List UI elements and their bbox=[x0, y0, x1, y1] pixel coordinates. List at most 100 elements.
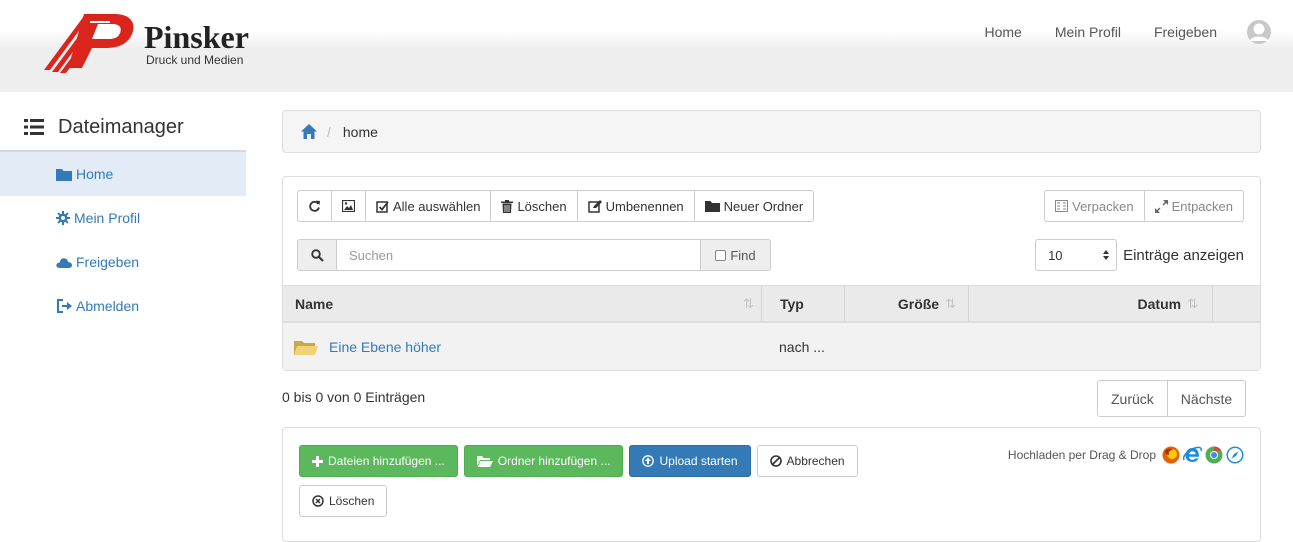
folder-open-icon bbox=[476, 456, 493, 467]
add-folder-button[interactable]: Ordner hinzufügen ... bbox=[463, 445, 624, 477]
pagination: Zurück Nächste bbox=[1097, 380, 1247, 417]
rename-label: Umbenennen bbox=[605, 198, 684, 214]
delete-upload-button[interactable]: Löschen bbox=[299, 485, 388, 517]
select-arrows-icon bbox=[1103, 250, 1110, 260]
folder-open-icon bbox=[294, 340, 318, 355]
pagination-info: 0 bis 0 von 0 Einträgen bbox=[282, 389, 426, 405]
cancel-upload-button[interactable]: Abbrechen bbox=[756, 445, 858, 477]
toolbar: Alle auswählen Löschen Umbenennen Neuer … bbox=[297, 190, 815, 222]
check-square-icon bbox=[376, 200, 389, 213]
row-name-link[interactable]: Eine Ebene höher bbox=[329, 339, 441, 355]
next-page-button[interactable]: Nächste bbox=[1167, 380, 1247, 417]
column-header-datum[interactable]: Datum ⇅ bbox=[968, 286, 1212, 322]
upload-circle-icon bbox=[642, 455, 655, 467]
sidebar-title: Dateimanager bbox=[0, 104, 246, 152]
entries-selected-value: 10 bbox=[1048, 247, 1063, 263]
find-checkbox[interactable] bbox=[715, 249, 727, 261]
sidebar-title-text: Dateimanager bbox=[58, 115, 184, 138]
nav-home[interactable]: Home bbox=[984, 24, 1021, 40]
folder-icon bbox=[704, 201, 720, 212]
logo[interactable]: Pinsker Druck und Medien bbox=[40, 10, 249, 76]
sidebar: Dateimanager Home Mein Profil Freigeben … bbox=[0, 104, 246, 328]
add-files-button[interactable]: Dateien hinzufügen ... bbox=[299, 445, 458, 477]
folder-icon bbox=[56, 168, 72, 181]
chrome-icon bbox=[1205, 446, 1223, 464]
upload-panel: Dateien hinzufügen ... Ordner hinzufügen… bbox=[282, 427, 1261, 542]
search-icon bbox=[310, 248, 324, 262]
search-group: Find bbox=[297, 239, 771, 271]
upload-buttons-row2: Löschen bbox=[299, 485, 393, 517]
find-toggle[interactable]: Find bbox=[701, 239, 771, 271]
unpack-button[interactable]: Entpacken bbox=[1144, 190, 1244, 222]
home-icon[interactable] bbox=[301, 124, 317, 139]
ie-icon bbox=[1183, 446, 1202, 462]
breadcrumb-separator: / bbox=[327, 123, 331, 140]
sidebar-item-label: Home bbox=[76, 166, 114, 182]
column-header-typ[interactable]: Typ bbox=[761, 286, 844, 322]
sidebar-item-abmelden[interactable]: Abmelden bbox=[0, 284, 246, 328]
row-type-cell: nach ... bbox=[779, 338, 825, 355]
sidebar-item-label: Freigeben bbox=[76, 254, 140, 270]
delete-label: Löschen bbox=[517, 198, 567, 214]
image-icon bbox=[342, 200, 355, 212]
rename-button[interactable]: Umbenennen bbox=[577, 190, 695, 222]
entries-label: Einträge anzeigen bbox=[1123, 246, 1244, 264]
sort-icon[interactable]: ⇅ bbox=[743, 296, 754, 312]
unpack-label: Entpacken bbox=[1171, 198, 1233, 214]
ban-icon bbox=[769, 455, 782, 467]
delete-button[interactable]: Löschen bbox=[491, 190, 578, 222]
column-header-name[interactable]: Name bbox=[295, 286, 751, 322]
image-view-button[interactable] bbox=[332, 190, 366, 222]
find-label: Find bbox=[730, 247, 756, 263]
plus-icon bbox=[312, 455, 323, 467]
refresh-icon bbox=[309, 200, 320, 212]
upload-buttons: Dateien hinzufügen ... Ordner hinzufügen… bbox=[299, 445, 864, 477]
cloud-icon bbox=[56, 257, 72, 268]
logo-subtitle: Druck und Medien bbox=[146, 53, 244, 67]
refresh-button[interactable] bbox=[297, 190, 332, 222]
select-all-button[interactable]: Alle auswählen bbox=[366, 190, 492, 222]
search-addon bbox=[297, 239, 337, 271]
column-header-actions bbox=[1212, 286, 1260, 322]
entries-select[interactable]: 10 bbox=[1035, 239, 1118, 271]
new-folder-label: Neuer Ordner bbox=[723, 198, 804, 214]
edit-icon bbox=[587, 199, 602, 213]
drag-drop-hint: Hochladen per Drag & Drop bbox=[1008, 446, 1244, 464]
drag-drop-label: Hochladen per Drag & Drop bbox=[1007, 448, 1156, 462]
firefox-icon bbox=[1162, 446, 1180, 464]
nav-freigeben[interactable]: Freigeben bbox=[1154, 24, 1217, 40]
nav-mein-profil[interactable]: Mein Profil bbox=[1055, 24, 1121, 40]
trash-icon bbox=[501, 199, 514, 213]
sidebar-item-freigeben[interactable]: Freigeben bbox=[0, 240, 246, 284]
toolbar-archive: Verpacken Entpacken bbox=[1044, 190, 1244, 222]
entries-control: 10 Einträge anzeigen bbox=[1035, 239, 1244, 271]
table-row[interactable]: Eine Ebene höher nach ... bbox=[283, 323, 1260, 370]
pack-label: Verpacken bbox=[1072, 198, 1134, 214]
search-input[interactable] bbox=[337, 239, 701, 271]
file-panel: Alle auswählen Löschen Umbenennen Neuer … bbox=[282, 176, 1261, 371]
avatar[interactable] bbox=[1247, 20, 1271, 44]
pinsker-logo-icon bbox=[44, 14, 134, 73]
breadcrumb-current: home bbox=[342, 123, 378, 140]
archive-icon bbox=[1055, 200, 1069, 212]
breadcrumb: / home bbox=[282, 110, 1261, 153]
list-icon bbox=[24, 119, 44, 135]
column-header-groesse[interactable]: Größe ⇅ bbox=[844, 286, 968, 322]
select-all-label: Alle auswählen bbox=[393, 198, 481, 214]
safari-icon bbox=[1226, 446, 1244, 464]
row-name-cell: Eine Ebene höher bbox=[293, 323, 441, 370]
prev-page-button[interactable]: Zurück bbox=[1097, 380, 1168, 417]
top-nav: Home Mein Profil Freigeben bbox=[951, 20, 1271, 44]
new-folder-button[interactable]: Neuer Ordner bbox=[694, 190, 815, 222]
sidebar-item-mein-profil[interactable]: Mein Profil bbox=[0, 196, 246, 240]
pack-button[interactable]: Verpacken bbox=[1044, 190, 1145, 222]
sidebar-item-home[interactable]: Home bbox=[0, 152, 246, 196]
table-header: Name ⇅ Typ Größe ⇅ Datum ⇅ bbox=[283, 285, 1260, 323]
sort-icon: ⇅ bbox=[945, 296, 956, 311]
remove-circle-icon bbox=[312, 495, 324, 507]
sidebar-item-label: Abmelden bbox=[76, 298, 140, 314]
sort-icon: ⇅ bbox=[1187, 296, 1198, 311]
sidebar-item-label: Mein Profil bbox=[74, 210, 141, 226]
start-upload-button[interactable]: Upload starten bbox=[629, 445, 751, 477]
gear-icon bbox=[56, 211, 70, 225]
